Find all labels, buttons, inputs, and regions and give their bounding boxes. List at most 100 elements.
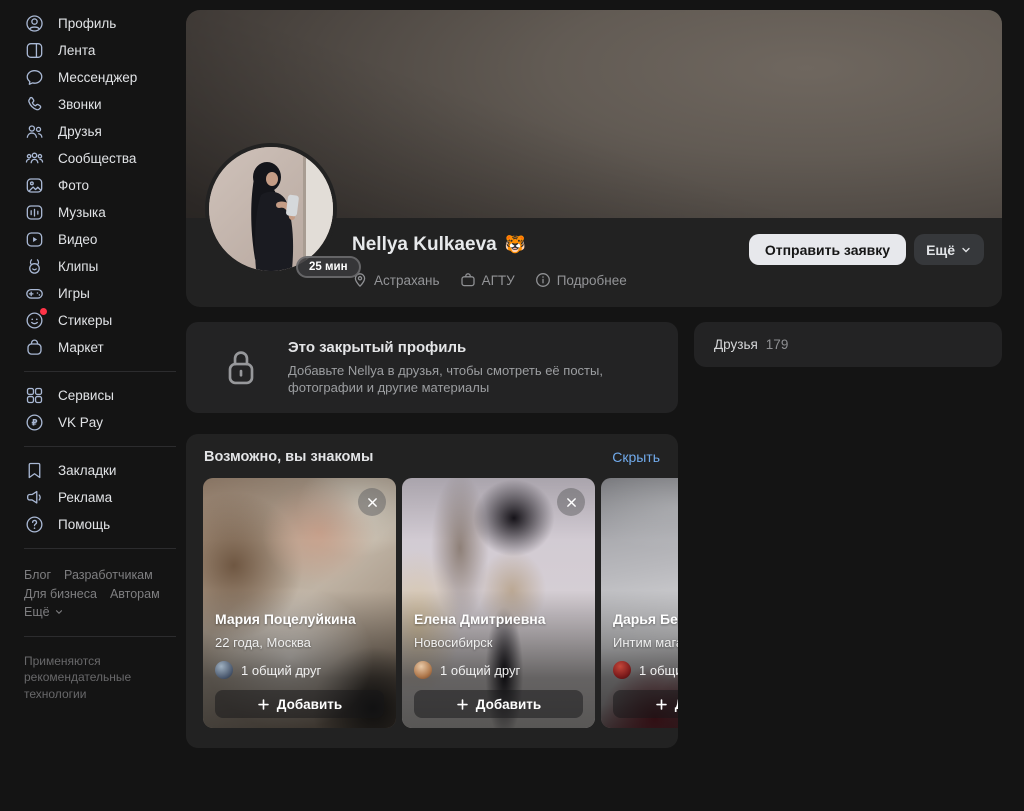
sidebar-item-feed[interactable]: Лента	[24, 37, 176, 64]
sidebar-item-label: Закладки	[58, 463, 116, 478]
sidebar-item-label: Мессенджер	[58, 70, 137, 85]
sidebar-item-ads[interactable]: Реклама	[24, 484, 176, 511]
add-friend-button[interactable]: Добавить	[215, 690, 384, 718]
sidebar-item-label: Реклама	[58, 490, 112, 505]
profile-card: 25 мин Nellya Kulkaeva 🐯 Астрахань АГТУ …	[186, 10, 1002, 307]
person-info: Мария Поцелуйкина 22 года, Москва 1 общи…	[215, 611, 384, 718]
footer-link-business[interactable]: Для бизнеса	[24, 587, 97, 601]
sidebar-item-games[interactable]: Игры	[24, 280, 176, 307]
person-subtitle: Интим магаз	[613, 635, 678, 650]
sidebar-item-video[interactable]: Видео	[24, 226, 176, 253]
sidebar-item-label: Фото	[58, 178, 89, 193]
sidebar-item-label: VK Pay	[58, 415, 103, 430]
friends-label: Друзья	[714, 337, 758, 352]
add-friend-label: Добавить	[675, 697, 678, 712]
chevron-down-icon	[54, 607, 64, 617]
chevron-down-icon	[960, 244, 972, 256]
sidebar-item-communities[interactable]: Сообщества	[24, 145, 176, 172]
mutual-friend-avatar	[414, 661, 432, 679]
friends-card[interactable]: Друзья 179	[694, 322, 1002, 367]
friends-icon	[24, 121, 45, 142]
closed-profile-title: Это закрытый профиль	[288, 339, 654, 356]
svg-text:₽: ₽	[31, 419, 37, 429]
recommendation-note: Применяются рекомендательные технологии	[24, 653, 156, 703]
clips-icon	[24, 256, 45, 277]
footer-link-developers[interactable]: Разработчикам	[64, 568, 153, 582]
plus-icon	[456, 698, 469, 711]
closed-profile-card: Это закрытый профиль Добавьте Nellya в д…	[186, 322, 678, 413]
closed-profile-text: Добавьте Nellya в друзья, чтобы смотреть…	[288, 362, 654, 396]
bookmarks-icon	[24, 460, 45, 481]
suggestion-card[interactable]: Елена Дмитриевна Новосибирск 1 общий дру…	[402, 478, 595, 728]
sidebar-item-friends[interactable]: Друзья	[24, 118, 176, 145]
sidebar-item-bookmarks[interactable]: Закладки	[24, 457, 176, 484]
more-button-label: Ещё	[926, 242, 955, 258]
send-request-button[interactable]: Отправить заявку	[749, 234, 906, 265]
sidebar-item-label: Профиль	[58, 16, 116, 31]
university-item[interactable]: АГТУ	[460, 272, 515, 288]
communities-icon	[24, 148, 45, 169]
sidebar-item-label: Видео	[58, 232, 97, 247]
sidebar-divider	[24, 371, 176, 372]
details-label: Подробнее	[557, 273, 627, 288]
sidebar-item-music[interactable]: Музыка	[24, 199, 176, 226]
music-icon	[24, 202, 45, 223]
add-friend-label: Добавить	[476, 697, 541, 712]
mutual-friends-row: 1 общий друг	[414, 661, 583, 679]
footer-link-blog[interactable]: Блог	[24, 568, 51, 582]
mutual-friends-label: 1 общий друг	[440, 663, 520, 678]
sidebar-item-vkpay[interactable]: ₽ VK Pay	[24, 409, 176, 436]
more-button[interactable]: Ещё	[914, 234, 984, 265]
footer-link-authors[interactable]: Авторам	[110, 587, 160, 601]
sidebar-item-profile[interactable]: Профиль	[24, 10, 176, 37]
suggestion-card[interactable]: Дарья Берз Интим магаз 1 общий друг Доба…	[601, 478, 678, 728]
sidebar-item-label: Игры	[58, 286, 90, 301]
profile-info-row: Астрахань АГТУ Подробнее	[352, 272, 627, 288]
plus-icon	[257, 698, 270, 711]
footer-more-link[interactable]: Ещё	[24, 603, 64, 622]
sidebar-divider	[24, 636, 176, 637]
hide-link[interactable]: Скрыть	[612, 449, 660, 465]
details-item[interactable]: Подробнее	[535, 272, 627, 288]
person-info: Елена Дмитриевна Новосибирск 1 общий дру…	[414, 611, 583, 718]
sidebar-item-market[interactable]: Маркет	[24, 334, 176, 361]
profile-name-text: Nellya Kulkaeva	[352, 234, 497, 256]
sidebar-item-messenger[interactable]: Мессенджер	[24, 64, 176, 91]
stickers-notification-dot	[40, 308, 47, 315]
sidebar-item-services[interactable]: Сервисы	[24, 382, 176, 409]
sidebar-item-help[interactable]: Помощь	[24, 511, 176, 538]
profile-name-emoji: 🐯	[505, 235, 526, 255]
sidebar-item-photos[interactable]: Фото	[24, 172, 176, 199]
sidebar-item-label: Сообщества	[58, 151, 136, 166]
sidebar-item-label: Музыка	[58, 205, 106, 220]
sidebar-item-clips[interactable]: Клипы	[24, 253, 176, 280]
close-icon[interactable]	[557, 488, 585, 516]
games-icon	[24, 283, 45, 304]
mutual-friends-label: 1 общий друг	[241, 663, 321, 678]
calls-icon	[24, 94, 45, 115]
suggestions-header: Возможно, вы знакомы Скрыть	[186, 434, 678, 465]
add-friend-button[interactable]: Добавить	[414, 690, 583, 718]
market-icon	[24, 337, 45, 358]
suggestion-card[interactable]: Мария Поцелуйкина 22 года, Москва 1 общи…	[203, 478, 396, 728]
suggestions-title: Возможно, вы знакомы	[204, 449, 373, 465]
closed-profile-texts: Это закрытый профиль Добавьте Nellya в д…	[288, 339, 654, 396]
person-info: Дарья Берз Интим магаз 1 общий друг Доба…	[613, 611, 678, 718]
add-friend-label: Добавить	[277, 697, 342, 712]
profile-icon	[24, 13, 45, 34]
person-subtitle: Новосибирск	[414, 635, 583, 650]
friends-count: 179	[766, 337, 789, 352]
video-icon	[24, 229, 45, 250]
sidebar-item-label: Звонки	[58, 97, 102, 112]
add-friend-button[interactable]: Добавить	[613, 690, 678, 718]
sidebar-item-calls[interactable]: Звонки	[24, 91, 176, 118]
sidebar-item-label: Лента	[58, 43, 95, 58]
sidebar-item-stickers[interactable]: Стикеры	[24, 307, 176, 334]
vk-profile-page: Профиль Лента Мессенджер Звонки Друзья С…	[0, 0, 1024, 811]
mutual-friend-avatar	[613, 661, 631, 679]
lock-icon	[222, 346, 260, 390]
city-item[interactable]: Астрахань	[352, 272, 440, 288]
sidebar-item-label: Друзья	[58, 124, 102, 139]
close-icon[interactable]	[358, 488, 386, 516]
sidebar-item-label: Сервисы	[58, 388, 114, 403]
